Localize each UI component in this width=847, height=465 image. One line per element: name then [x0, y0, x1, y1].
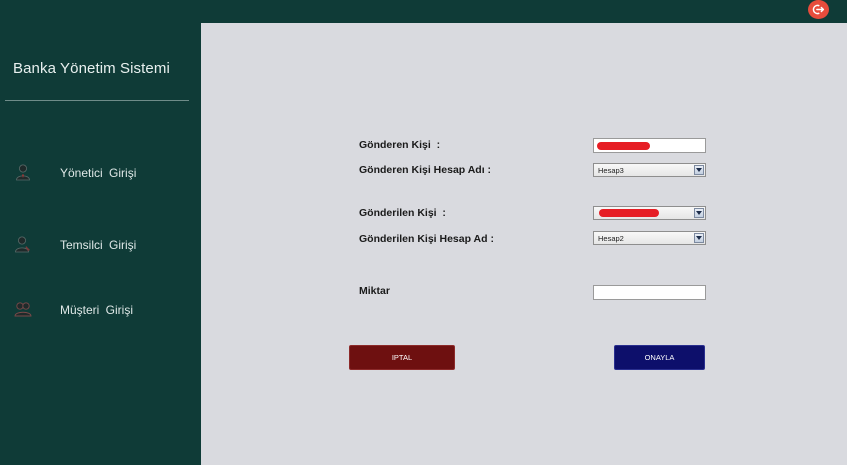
- chevron-down-icon[interactable]: [694, 165, 704, 175]
- redaction-mark: [599, 209, 659, 217]
- sidebar-divider: [5, 100, 189, 101]
- app-title: Banka Yönetim Sistemi: [13, 60, 170, 77]
- sidebar: Banka Yönetim Sistemi Yönetici Girişi Te…: [0, 23, 201, 465]
- sender-field[interactable]: [593, 138, 706, 153]
- recipient-account-select[interactable]: Hesap2: [593, 231, 706, 245]
- confirm-button[interactable]: ONAYLA: [614, 345, 705, 370]
- recipient-account-label: Gönderilen Kişi Hesap Ad :: [359, 233, 494, 245]
- amount-label: Miktar: [359, 285, 390, 297]
- sender-account-value: Hesap3: [598, 166, 624, 175]
- admin-user-icon: [14, 163, 32, 181]
- transfer-form-panel: Gönderen Kişi : Gönderen Kişi Hesap Adı …: [201, 23, 847, 465]
- logout-icon: [812, 4, 825, 15]
- recipient-select[interactable]: [593, 206, 706, 220]
- chevron-down-icon[interactable]: [694, 233, 704, 243]
- sidebar-item-admin-login[interactable]: Yönetici Girişi: [0, 158, 201, 188]
- recipient-account-value: Hesap2: [598, 234, 624, 243]
- sender-account-select[interactable]: Hesap3: [593, 163, 706, 177]
- sidebar-item-representative-login[interactable]: Temsilci Girişi: [0, 230, 201, 260]
- top-bar: [0, 0, 847, 23]
- sidebar-item-label: Yönetici Girişi: [60, 166, 137, 180]
- sender-label: Gönderen Kişi :: [359, 139, 441, 151]
- chevron-down-icon[interactable]: [694, 208, 704, 218]
- sidebar-item-label: Temsilci Girişi: [60, 238, 137, 252]
- representative-user-icon: [14, 235, 32, 253]
- recipient-label: Gönderilen Kişi :: [359, 207, 446, 219]
- logout-button[interactable]: [808, 0, 829, 19]
- sidebar-item-customer-login[interactable]: Müşteri Girişi: [0, 295, 201, 325]
- cancel-button[interactable]: IPTAL: [349, 345, 455, 370]
- sender-account-label: Gönderen Kişi Hesap Adı :: [359, 164, 492, 176]
- sidebar-item-label: Müşteri Girişi: [60, 303, 134, 317]
- redaction-mark: [597, 142, 650, 150]
- amount-field[interactable]: [593, 285, 706, 300]
- customer-users-icon: [14, 300, 32, 318]
